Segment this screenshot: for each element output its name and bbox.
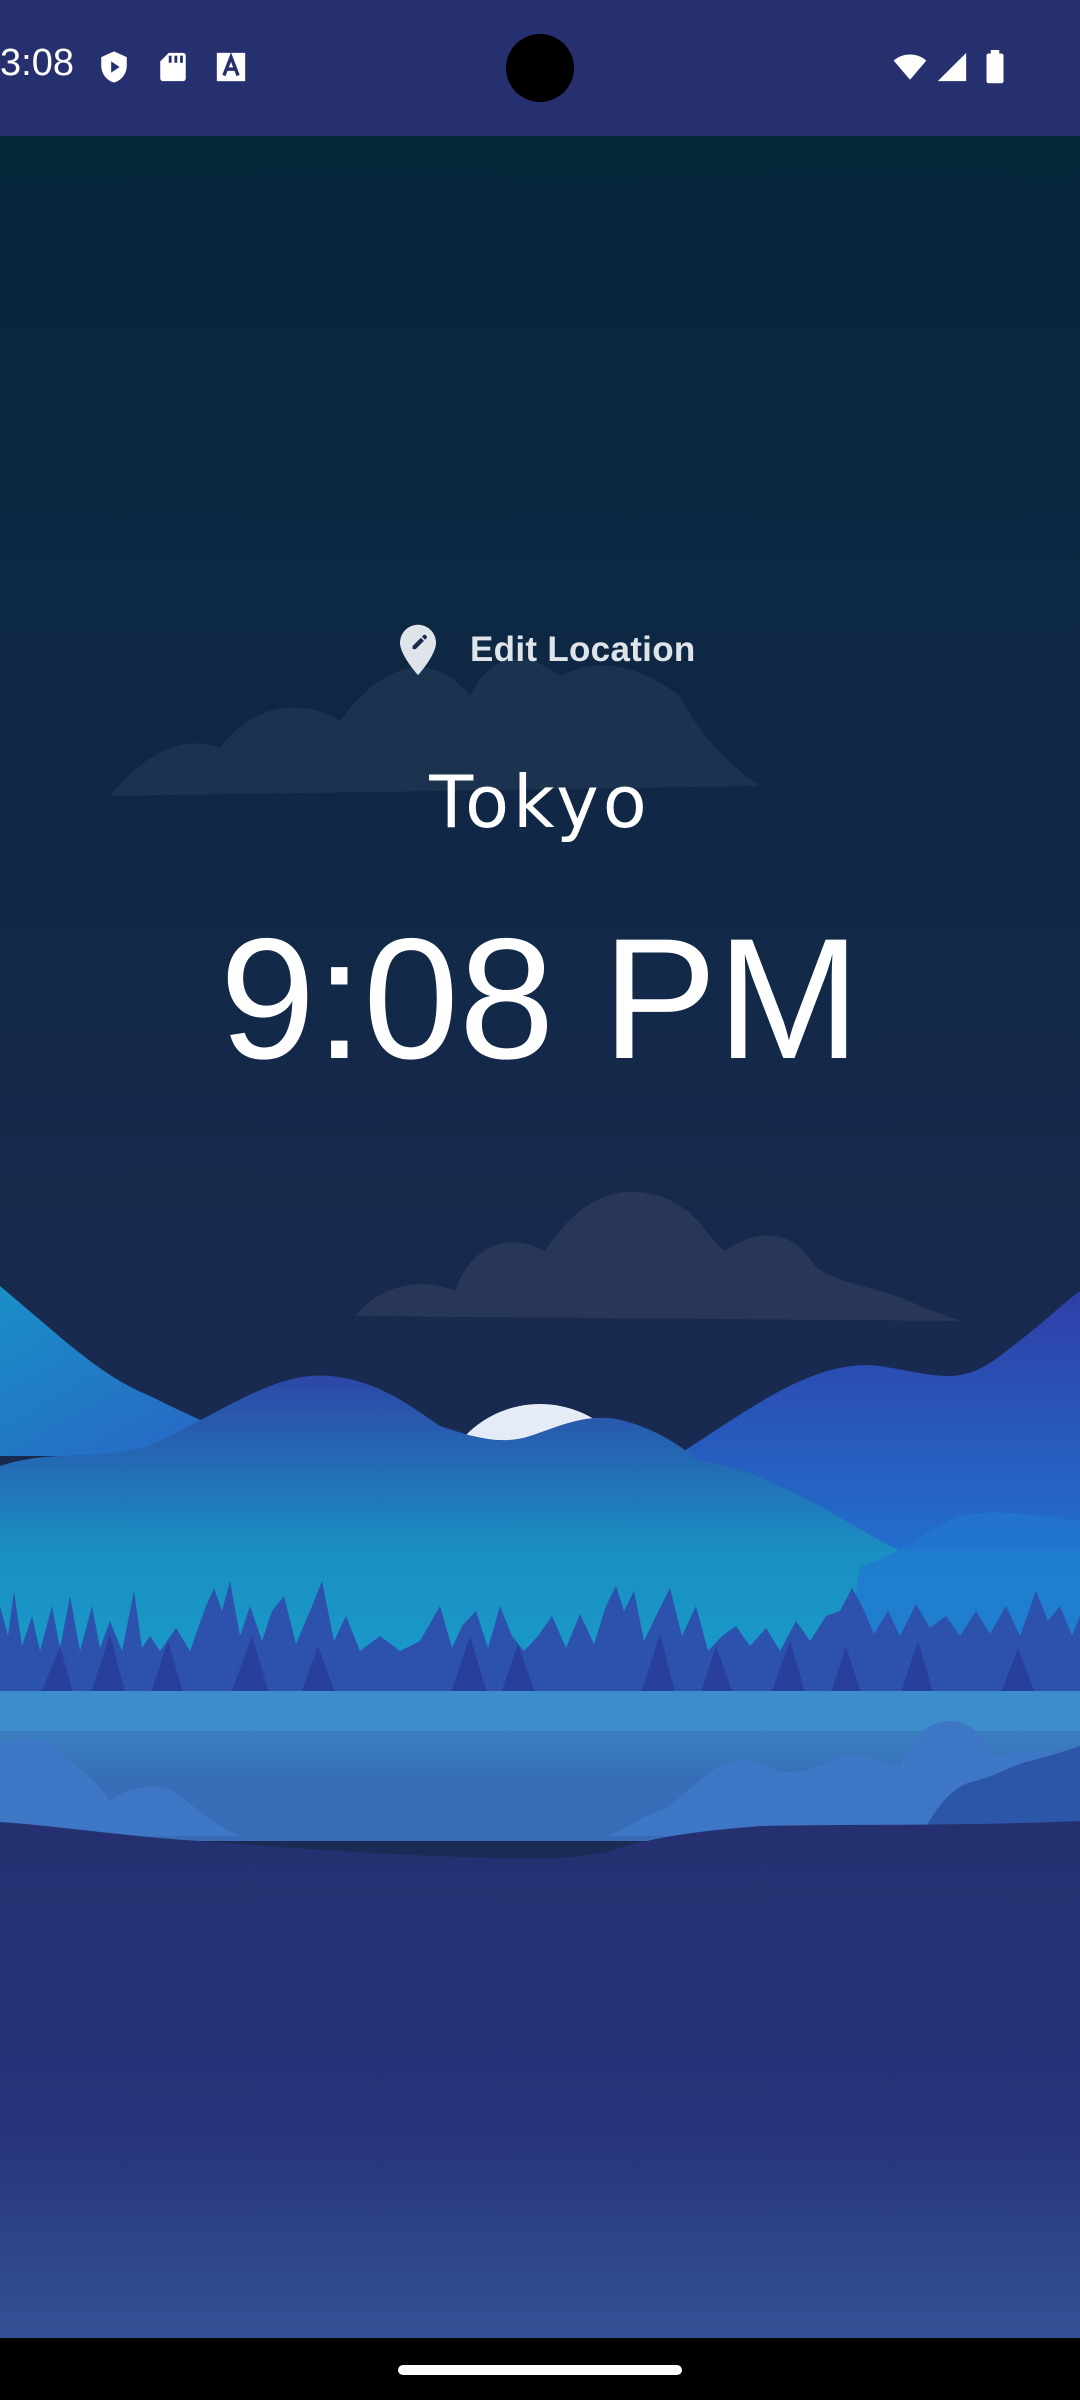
city-name: Tokyo	[429, 760, 651, 844]
navigation-bar	[0, 2338, 1080, 2400]
night-landscape-illustration	[0, 136, 1080, 2338]
front-camera-cutout	[506, 34, 574, 102]
edit-location-label: Edit Location	[470, 630, 696, 669]
font-a-icon	[216, 52, 246, 82]
battery-icon	[986, 50, 1004, 84]
clock-time: 9:08 PM	[219, 903, 861, 1095]
signal-icon	[937, 52, 967, 82]
wifi-icon	[893, 54, 927, 80]
play-protect-icon	[101, 51, 127, 83]
wallpaper-scene: Edit Location Tokyo 9:08 PM	[0, 136, 1080, 2338]
edit-location-icon	[400, 624, 436, 676]
status-time: 3:08	[0, 42, 74, 84]
edit-location-button[interactable]: Edit Location	[396, 622, 696, 678]
app-screen: 3:08 Edit Location Tokyo 9:08 PM	[0, 0, 1080, 2400]
home-gesture-handle[interactable]	[398, 2365, 682, 2375]
sd-card-icon	[160, 52, 186, 82]
status-bar: 3:08	[0, 0, 1080, 136]
